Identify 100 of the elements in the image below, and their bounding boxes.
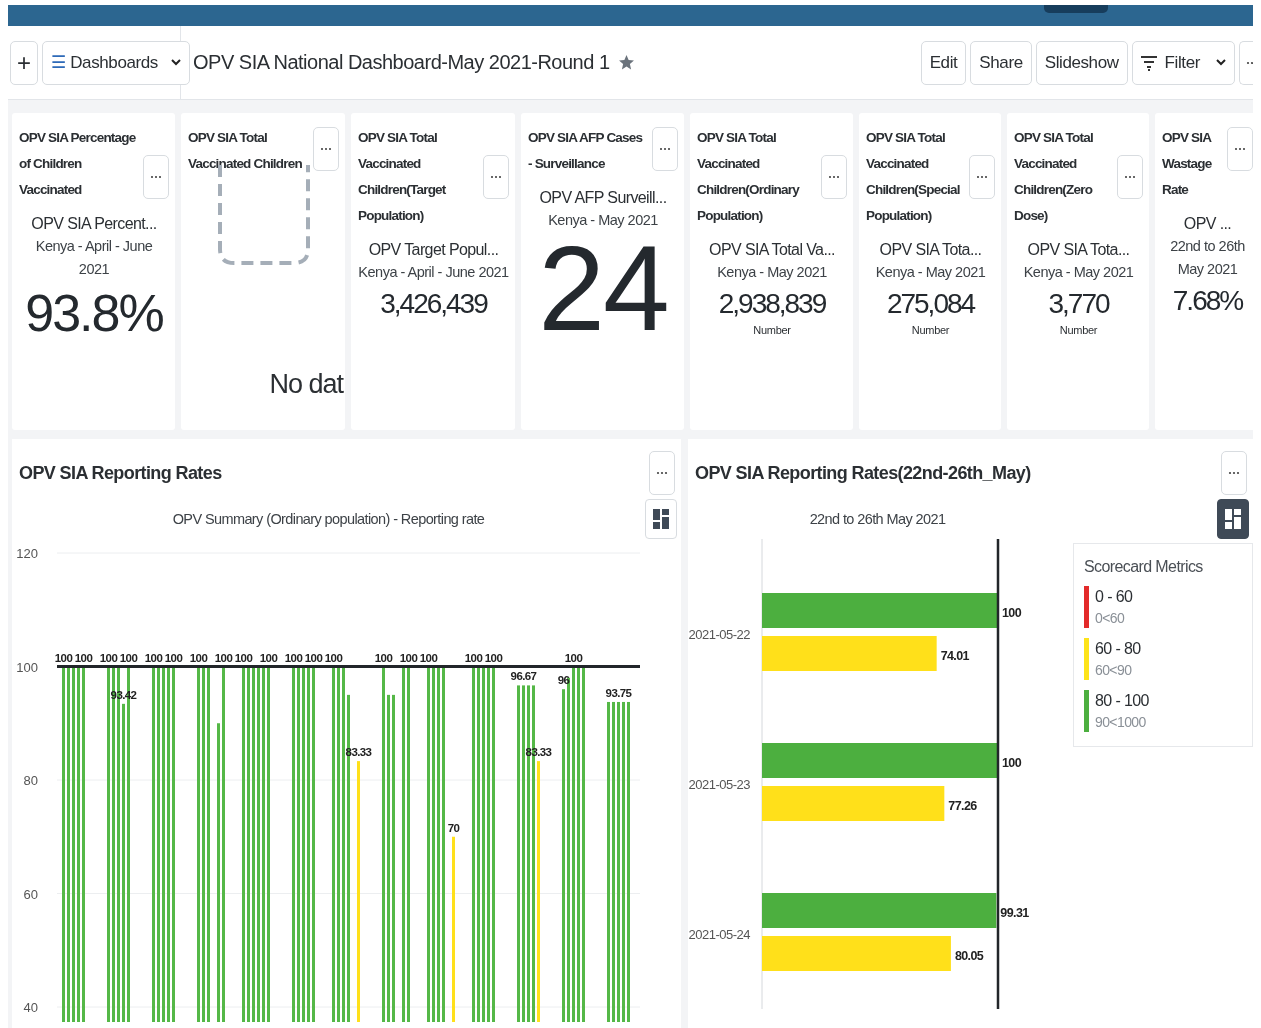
data-label: 100 — [144, 651, 163, 664]
indicator-name: OPV SIA Total Va... — [709, 241, 835, 259]
card-menu-button[interactable] — [821, 155, 847, 199]
data-label: 100 — [399, 651, 418, 664]
more-icon — [828, 175, 840, 179]
more-icon — [490, 175, 502, 179]
axis-tick-label: 40 — [23, 1000, 38, 1015]
data-label: 100 — [214, 651, 233, 664]
layout-icon — [653, 509, 669, 529]
card-menu-button[interactable] — [652, 127, 678, 171]
data-label: 100 — [464, 651, 483, 664]
data-label: 100 — [419, 651, 438, 664]
legend-label: 60 - 80 — [1095, 640, 1141, 658]
dashboards-dropdown[interactable]: ☰ Dashboards — [41, 40, 190, 85]
filter-icon — [1140, 54, 1157, 71]
kpi-value: 3,770 — [1048, 290, 1109, 318]
card-menu-button[interactable] — [313, 127, 339, 171]
data-label: 74.01 — [940, 649, 969, 663]
legend-range: 90<1000 — [1095, 714, 1147, 730]
kpi-value: 24 — [538, 228, 668, 348]
card-menu-button[interactable] — [483, 155, 509, 199]
card-menu-button[interactable] — [143, 155, 169, 199]
unit-label: Number — [911, 324, 950, 336]
axis-tick-label: 100 — [16, 659, 38, 675]
data-label: 100 — [259, 651, 278, 664]
more-icon — [1124, 175, 1136, 179]
kpi-value: 93.8% — [25, 287, 163, 339]
card-title: OPV SIA Total Vaccinated Children(Special Population) — [866, 129, 961, 225]
axis-tick-label: 80 — [23, 773, 38, 788]
card-title: OPV SIA Total Vaccinated Children(Ordinary Population) — [697, 129, 801, 225]
nav-tab[interactable] — [1044, 5, 1108, 13]
more-icon — [1228, 471, 1240, 475]
legend-label: 80 - 100 — [1095, 692, 1149, 710]
data-label: 100 — [484, 651, 503, 664]
data-label: 93.75 — [605, 686, 632, 699]
indicator-name: OPV ... — [1183, 215, 1232, 233]
panel-title: OPV SIA Reporting Rates — [19, 462, 223, 484]
category-label: 2021-05-23 — [688, 777, 750, 792]
indicator-name: OPV Target Popul... — [368, 241, 499, 259]
data-label: 100 — [189, 651, 208, 664]
toolbar-button[interactable]: Slideshow — [1035, 40, 1128, 85]
more-icon — [659, 147, 671, 151]
card-menu-button[interactable] — [969, 155, 995, 199]
legend-range: 60<90 — [1095, 662, 1133, 678]
period-label: Kenya - May 2021 — [875, 263, 986, 282]
chevron-down-icon — [170, 59, 181, 66]
more-icon — [320, 147, 332, 151]
indicator-name: OPV SIA Tota... — [879, 241, 982, 259]
card-title: OPV SIA Percentage of Children Vaccinated — [19, 129, 137, 199]
period-label: Kenya - May 2021 — [1023, 263, 1134, 282]
axis-tick-label: 60 — [23, 886, 38, 902]
more-icon — [656, 471, 668, 475]
period-label: Kenya - May 2021 — [717, 263, 827, 282]
data-label: 100 — [54, 651, 73, 664]
indicator-name: OPV SIA Tota... — [1027, 241, 1130, 259]
no-data-message: No dat — [269, 369, 343, 400]
data-label: 80.05 — [954, 949, 984, 963]
category-label: 2021-05-22 — [688, 627, 750, 642]
kpi-value: 3,426,439 — [380, 290, 487, 318]
data-label: 70 — [447, 821, 460, 834]
data-label: 100 — [304, 651, 323, 664]
period-label: Kenya - April - June 2021 — [34, 237, 154, 279]
card-menu-button[interactable] — [1117, 155, 1143, 199]
toolbar-button[interactable]: Share — [970, 40, 1032, 85]
filter-button[interactable]: Filter — [1131, 40, 1235, 85]
card-title: OPV SIA AFP Cases - Surveillance — [528, 129, 644, 173]
indicator-name: OPV AFP Surveill... — [539, 189, 667, 207]
card-menu-button[interactable] — [1227, 127, 1253, 171]
card-title: OPV SIA Total Vaccinated Children — [188, 129, 303, 173]
data-label: 77.26 — [948, 799, 977, 813]
axis-tick-label: 120 — [16, 546, 38, 561]
legend-label: 0 - 60 — [1095, 588, 1133, 606]
data-label: 96.67 — [510, 670, 537, 683]
chevron-down-icon — [1216, 59, 1226, 66]
card-title: OPV SIA Wastage Rate — [1162, 129, 1213, 199]
data-label: 100 — [374, 651, 393, 664]
more-icon — [150, 175, 162, 179]
toolbar-button[interactable]: Edit — [920, 40, 967, 85]
chart-title: OPV Summary (Ordinary population) - Reporting rate — [171, 511, 486, 527]
period-label: Kenya - April - June 2021 — [358, 263, 509, 282]
view-toggle-button[interactable] — [1217, 499, 1249, 539]
data-label: 100 — [119, 651, 138, 664]
data-label: 100 — [284, 651, 303, 664]
data-label: 100 — [1002, 606, 1022, 620]
data-label: 99.31 — [1000, 906, 1029, 920]
data-label: 100 — [234, 651, 253, 664]
add-button[interactable]: + — [10, 40, 38, 85]
chart-title: 22nd to 26th May 2021 — [808, 511, 947, 527]
period-label: Kenya - May 2021 — [548, 211, 658, 230]
more-icon — [1234, 147, 1246, 151]
card-title: OPV SIA Total Vaccinated Children(Zero Dose) — [1014, 129, 1094, 225]
data-label: 100 — [164, 651, 183, 664]
data-label: 100 — [99, 651, 118, 664]
star-icon[interactable] — [617, 54, 635, 71]
legend-range: 0<60 — [1095, 610, 1126, 626]
card-title: OPV SIA Total Vaccinated Children(Target Population) — [358, 129, 447, 225]
more-icon — [1246, 60, 1253, 65]
panel-title: OPV SIA Reporting Rates(22nd-26th_May) — [695, 462, 1032, 484]
indicator-name: OPV SIA Percent... — [31, 215, 157, 233]
data-label: 96 — [557, 674, 570, 687]
